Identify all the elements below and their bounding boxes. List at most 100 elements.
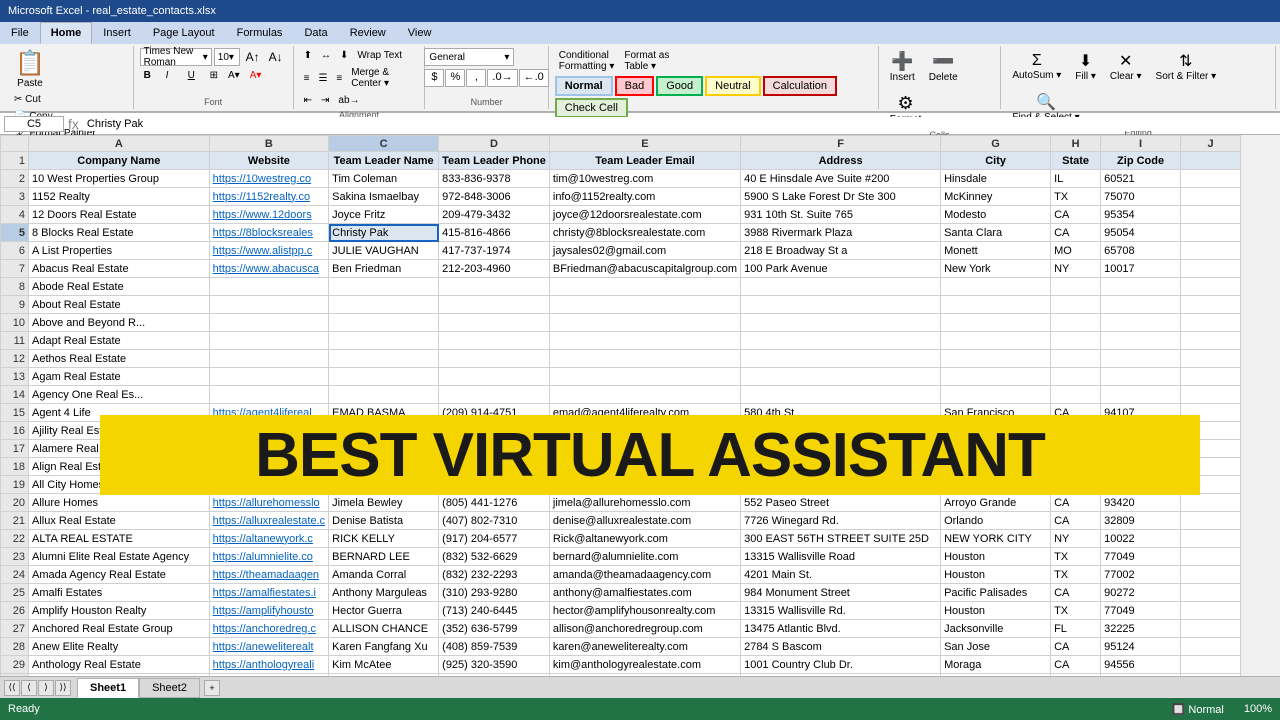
cell-28-I[interactable]: 95124	[1101, 638, 1181, 656]
cell-24-F[interactable]: 4201 Main St.	[741, 566, 941, 584]
currency-button[interactable]: $	[424, 69, 444, 87]
cell-3-B[interactable]: https://1152realty.co	[209, 188, 329, 206]
cell-22-H[interactable]: NY	[1051, 530, 1101, 548]
row-num-6[interactable]: 6	[1, 242, 29, 260]
cell-20-A[interactable]: Allure Homes	[29, 494, 210, 512]
tab-file[interactable]: File	[0, 22, 40, 44]
cell-3-A[interactable]: 1152 Realty	[29, 188, 210, 206]
cell-28-F[interactable]: 2784 S Bascom	[741, 638, 941, 656]
cut-button[interactable]: ✂ Cut	[10, 92, 100, 107]
cell-9-D[interactable]	[439, 296, 550, 314]
tab-review[interactable]: Review	[339, 22, 397, 44]
cell-6-B[interactable]: https://www.alistpp.c	[209, 242, 329, 260]
cell-20-E[interactable]: jimela@allurehomesslo.com	[549, 494, 740, 512]
row-num-8[interactable]: 8	[1, 278, 29, 296]
cell-13-E[interactable]	[549, 368, 740, 386]
cell-reference-box[interactable]	[4, 116, 64, 132]
font-color-button[interactable]: A▾	[246, 68, 266, 83]
cell-4-G[interactable]: Modesto	[941, 206, 1051, 224]
cell-23-A[interactable]: Alumni Elite Real Estate Agency	[29, 548, 210, 566]
increase-decimal-button[interactable]: .0→	[487, 69, 517, 87]
col-header-E[interactable]: E	[549, 136, 740, 152]
cell-29-D[interactable]: (925) 320-3590	[439, 656, 550, 674]
cell-5-D[interactable]: 415-816-4866	[439, 224, 550, 242]
row-num-1[interactable]: 1	[1, 152, 29, 170]
cell-11-I[interactable]	[1101, 332, 1181, 350]
cell-27-H[interactable]: FL	[1051, 620, 1101, 638]
cell-13-I[interactable]	[1101, 368, 1181, 386]
header-city[interactable]: City	[941, 152, 1051, 170]
cell-10-H[interactable]	[1051, 314, 1101, 332]
row-num-20[interactable]: 20	[1, 494, 29, 512]
cell-25-H[interactable]: CA	[1051, 584, 1101, 602]
cell-4-C[interactable]: Joyce Fritz	[329, 206, 439, 224]
cell-23-I[interactable]: 77049	[1101, 548, 1181, 566]
cell-2-I[interactable]: 60521	[1101, 170, 1181, 188]
cell-20-H[interactable]: CA	[1051, 494, 1101, 512]
cell-22-C[interactable]: RICK KELLY	[329, 530, 439, 548]
sheet-add-button[interactable]: +	[204, 680, 220, 696]
cell-11-D[interactable]	[439, 332, 550, 350]
cell-24-D[interactable]: (832) 232-2293	[439, 566, 550, 584]
cell-23-B[interactable]: https://alumnielite.co	[209, 548, 329, 566]
decrease-font-button[interactable]: A↓	[265, 48, 287, 66]
font-name-dropdown[interactable]: Times New Roman ▾	[140, 48, 212, 66]
cell-26-E[interactable]: hector@amplifyhousonrealty.com	[549, 602, 740, 620]
italic-button[interactable]: I	[162, 68, 182, 83]
row-num-3[interactable]: 3	[1, 188, 29, 206]
cell-7-E[interactable]: BFriedman@abacuscapitalgroup.com	[549, 260, 740, 278]
cell-4-I[interactable]: 95354	[1101, 206, 1181, 224]
cell-9-B[interactable]	[209, 296, 329, 314]
col-header-G[interactable]: G	[941, 136, 1051, 152]
row-num-29[interactable]: 29	[1, 656, 29, 674]
cell-21-B[interactable]: https://alluxrealestate.c	[209, 512, 329, 530]
cell-7-I[interactable]: 10017	[1101, 260, 1181, 278]
cell-4-E[interactable]: joyce@12doorsrealestate.com	[549, 206, 740, 224]
cell-5-C[interactable]: Christy Pak	[329, 224, 439, 242]
cell-11-A[interactable]: Adapt Real Estate	[29, 332, 210, 350]
cell-25-I[interactable]: 90272	[1101, 584, 1181, 602]
delete-button[interactable]: ➖ Delete	[924, 48, 963, 86]
cell-22-E[interactable]: Rick@altanewyork.com	[549, 530, 740, 548]
underline-button[interactable]: U	[184, 68, 204, 83]
cell-23-C[interactable]: BERNARD LEE	[329, 548, 439, 566]
cell-3-F[interactable]: 5900 S Lake Forest Dr Ste 300	[741, 188, 941, 206]
col-header-A[interactable]: A	[29, 136, 210, 152]
style-check-cell[interactable]: Check Cell	[555, 98, 628, 118]
cell-12-E[interactable]	[549, 350, 740, 368]
cell-3-G[interactable]: McKinney	[941, 188, 1051, 206]
comma-button[interactable]: ,	[466, 69, 486, 87]
align-left-button[interactable]: ≡	[300, 71, 314, 86]
cell-28-C[interactable]: Karen Fangfang Xu	[329, 638, 439, 656]
cell-12-G[interactable]	[941, 350, 1051, 368]
format-as-table-button[interactable]: Format asTable ▾	[620, 48, 673, 74]
cell-13-G[interactable]	[941, 368, 1051, 386]
cell-7-D[interactable]: 212-203-4960	[439, 260, 550, 278]
cell-10-A[interactable]: Above and Beyond R...	[29, 314, 210, 332]
cell-7-H[interactable]: NY	[1051, 260, 1101, 278]
conditional-formatting-button[interactable]: ConditionalFormatting ▾	[555, 48, 619, 74]
tab-data[interactable]: Data	[293, 22, 338, 44]
cell-21-F[interactable]: 7726 Winegard Rd.	[741, 512, 941, 530]
cell-6-D[interactable]: 417-737-1974	[439, 242, 550, 260]
cell-5-G[interactable]: Santa Clara	[941, 224, 1051, 242]
cell-7-G[interactable]: New York	[941, 260, 1051, 278]
align-middle-button[interactable]: ↔	[317, 48, 335, 63]
tab-insert[interactable]: Insert	[92, 22, 142, 44]
cell-10-E[interactable]	[549, 314, 740, 332]
formula-input[interactable]	[83, 117, 1276, 131]
cell-7-A[interactable]: Abacus Real Estate	[29, 260, 210, 278]
cell-5-F[interactable]: 3988 Rivermark Plaza	[741, 224, 941, 242]
cell-28-B[interactable]: https://aneweliterealt	[209, 638, 329, 656]
cell-7-F[interactable]: 100 Park Avenue	[741, 260, 941, 278]
cell-9-G[interactable]	[941, 296, 1051, 314]
cell-6-C[interactable]: JULIE VAUGHAN	[329, 242, 439, 260]
cell-23-F[interactable]: 13315 Wallisville Road	[741, 548, 941, 566]
indent-increase-button[interactable]: ⇥	[317, 93, 333, 108]
cell-12-C[interactable]	[329, 350, 439, 368]
cell-13-A[interactable]: Agam Real Estate	[29, 368, 210, 386]
cell-22-G[interactable]: NEW YORK CITY	[941, 530, 1051, 548]
cell-8-D[interactable]	[439, 278, 550, 296]
cell-12-I[interactable]	[1101, 350, 1181, 368]
cell-24-A[interactable]: Amada Agency Real Estate	[29, 566, 210, 584]
